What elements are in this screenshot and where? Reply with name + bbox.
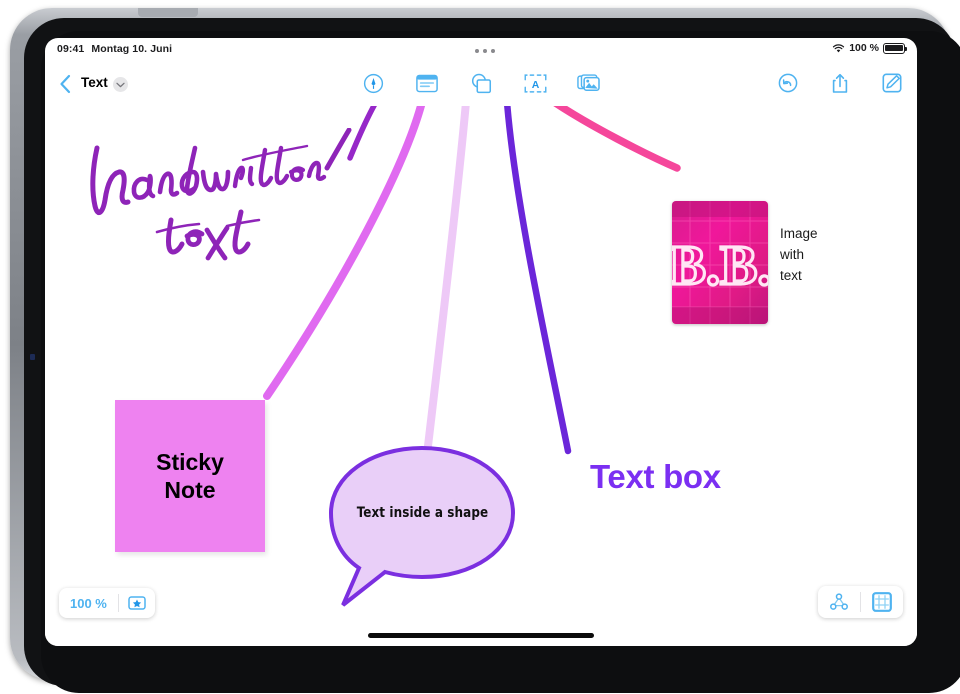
zoom-control: 100 % [59,588,155,618]
svg-text:B.B.: B.B. [672,235,768,297]
chevron-down-icon [116,82,125,87]
neon-sign-photo: B.B. [672,201,768,324]
status-bar: 09:41 Montag 10. Juni 100 % [45,38,917,64]
shape-object-speech-bubble[interactable]: Text inside a shape [325,443,520,608]
image-caption-line3: text [780,267,802,283]
favorites-button[interactable] [119,596,155,610]
page-title: Text [81,75,108,90]
handwritten-drawing[interactable] [75,128,375,268]
connector-media [553,106,681,172]
image-caption-line1: Image [780,226,818,241]
shapes-tool[interactable] [468,70,494,96]
connected-nodes-icon [830,593,848,610]
share-up-arrow-icon [832,73,848,93]
action-group [775,70,905,96]
device-antenna-nub [138,8,198,17]
status-time: 09:41 [57,43,85,55]
battery-fill [885,44,903,52]
speech-bubble-shape [328,445,516,607]
dot [483,49,487,53]
multitasking-dots-icon[interactable] [475,49,495,53]
connector-text-box [504,106,572,455]
battery-icon [883,42,907,54]
sticky-note-text: Sticky Note [156,448,224,504]
image-object[interactable]: B.B. [672,201,768,324]
zoom-level-button[interactable]: 100 % [59,596,118,611]
status-date: Montag 10. Juni [91,43,173,55]
wifi-icon [833,43,845,52]
back-button[interactable] [53,72,77,96]
markup-pen-tool[interactable] [360,70,386,96]
connector-shapes [424,106,470,450]
freeform-canvas[interactable]: StickyNote Text inside a shape Text box [45,106,917,646]
connected-nodes-button[interactable] [818,593,860,611]
pen-in-circle-icon [363,73,383,93]
grid-view-button[interactable] [861,592,903,612]
text-box-tool[interactable]: A [522,70,548,96]
compose-pencil-icon [882,73,902,93]
handwritten-strokes [90,128,352,261]
grid-view-icon [872,592,892,612]
dot [475,49,479,53]
sticky-note-tool[interactable] [414,70,440,96]
sticky-note-line2: Note [164,477,216,503]
device-side-sensor [30,354,35,360]
dot [491,49,495,53]
sticky-note-line1: Sticky [156,448,224,475]
undo-button[interactable] [775,70,801,96]
image-caption: Image with text [780,224,870,287]
sticky-note-icon [416,74,438,92]
share-button[interactable] [827,70,853,96]
star-in-rectangle-icon [128,596,146,610]
home-indicator[interactable] [368,633,594,638]
ipad-screen: 09:41 Montag 10. Juni 100 % Text A Stick… [45,38,917,646]
sticky-note-object[interactable]: Sticky Note [115,400,265,552]
title-dropdown-button[interactable] [113,77,128,92]
tool-group: A [360,70,602,96]
undo-arrow-icon [778,73,798,93]
text-box-icon: A [524,73,546,93]
chevron-left-icon [60,74,71,94]
text-box-object[interactable]: Text box [590,458,721,496]
image-caption-line2: with [780,246,805,262]
svg-text:A: A [531,79,539,90]
status-bar-left: 09:41 Montag 10. Juni [57,43,172,55]
media-tool[interactable] [576,70,602,96]
view-controls [818,586,903,618]
app-toolbar: Text A [45,64,917,106]
shapes-icon [471,73,492,93]
battery-percent-label: 100 % [849,42,879,54]
screenshot-root: 09:41 Montag 10. Juni 100 % Text A Stick… [0,0,960,694]
shape-inner-text: Text inside a shape [356,505,489,521]
photos-stack-icon [577,74,600,91]
status-bar-right: 100 % [832,42,907,54]
compose-button[interactable] [879,70,905,96]
